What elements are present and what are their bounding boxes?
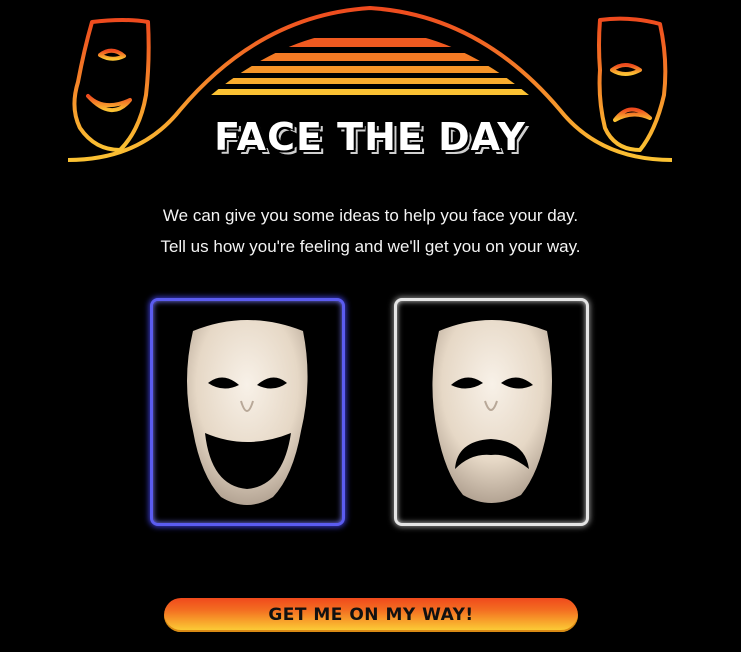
mood-option-happy[interactable] <box>150 298 345 526</box>
page-title: FACE THE DAY <box>214 115 526 159</box>
comedy-mask-logo-icon <box>72 18 151 152</box>
get-me-on-my-way-button[interactable]: GET ME ON MY WAY! <box>164 598 578 632</box>
intro-line-1: We can give you some ideas to help you f… <box>162 206 579 225</box>
header: FACE THE DAY <box>0 0 741 170</box>
intro-text: We can give you some ideas to help you f… <box>0 200 741 262</box>
tragedy-mask-logo-icon <box>597 16 668 152</box>
tragedy-mask-icon <box>432 320 552 503</box>
intro-line-2: Tell us how you're feeling and we'll get… <box>160 237 581 256</box>
comedy-mask-icon <box>187 320 308 505</box>
mood-option-sad[interactable] <box>394 298 589 526</box>
